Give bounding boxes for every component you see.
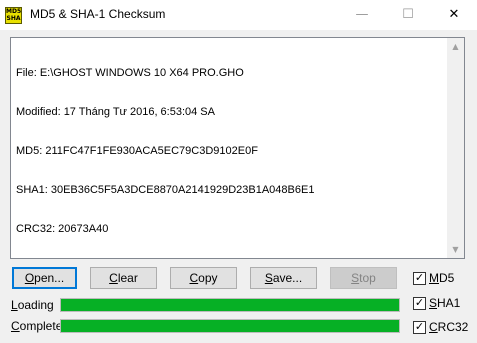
scroll-down-icon[interactable]: ▼ xyxy=(447,241,464,258)
loading-label: Loading xyxy=(11,298,54,312)
checkmark-icon[interactable]: ✓ xyxy=(413,321,426,334)
minimize-icon[interactable]: — xyxy=(339,0,385,30)
app-icon: MD5 SHA xyxy=(5,7,22,24)
crc32-line: CRC32: 20673A40 xyxy=(16,223,109,235)
crc32-checkbox-label: CRC32 xyxy=(429,320,469,334)
checkmark-icon[interactable]: ✓ xyxy=(413,272,426,285)
title-bar[interactable]: MD5 SHA MD5 & SHA-1 Checksum — ☐ ✕ xyxy=(0,0,477,30)
modified-line: Modified: 17 Tháng Tư 2016, 6:53:04 SA xyxy=(16,106,215,118)
save-button[interactable]: Save... xyxy=(250,267,317,289)
complete-progress-fill xyxy=(61,320,399,332)
checksum-window: MD5 SHA MD5 & SHA-1 Checksum — ☐ ✕ File:… xyxy=(0,0,477,343)
complete-label: Complete xyxy=(11,319,63,333)
checkmark-icon[interactable]: ✓ xyxy=(413,297,426,310)
md5-checkbox-label: MD5 xyxy=(429,271,455,285)
copy-button[interactable]: Copy xyxy=(170,267,237,289)
window-title: MD5 & SHA-1 Checksum xyxy=(30,7,166,21)
stop-button[interactable]: Stop xyxy=(330,267,397,289)
scroll-up-icon[interactable]: ▲ xyxy=(447,38,464,55)
open-button[interactable]: Open... xyxy=(12,267,77,289)
output-text: File: E:\GHOST WINDOWS 10 X64 PRO.GHO Mo… xyxy=(16,41,446,262)
sha1-line: SHA1: 30EB36C5F5A3DCE8870A2141929D23B1A0… xyxy=(16,184,315,196)
maximize-icon[interactable]: ☐ xyxy=(385,0,431,30)
md5-line: MD5: 211FC47F1FE930ACA5EC79C3D9102E0F xyxy=(16,145,258,157)
close-icon[interactable]: ✕ xyxy=(431,0,477,30)
sha1-checkbox-label: SHA1 xyxy=(429,296,461,310)
output-textbox[interactable]: File: E:\GHOST WINDOWS 10 X64 PRO.GHO Mo… xyxy=(10,37,465,259)
clear-button[interactable]: Clear xyxy=(90,267,157,289)
loading-progress-bar xyxy=(60,298,400,312)
complete-progress-bar xyxy=(60,319,400,333)
loading-progress-fill xyxy=(61,299,399,311)
vertical-scrollbar[interactable]: ▲ ▼ xyxy=(447,38,464,258)
file-line: File: E:\GHOST WINDOWS 10 X64 PRO.GHO xyxy=(16,67,244,79)
